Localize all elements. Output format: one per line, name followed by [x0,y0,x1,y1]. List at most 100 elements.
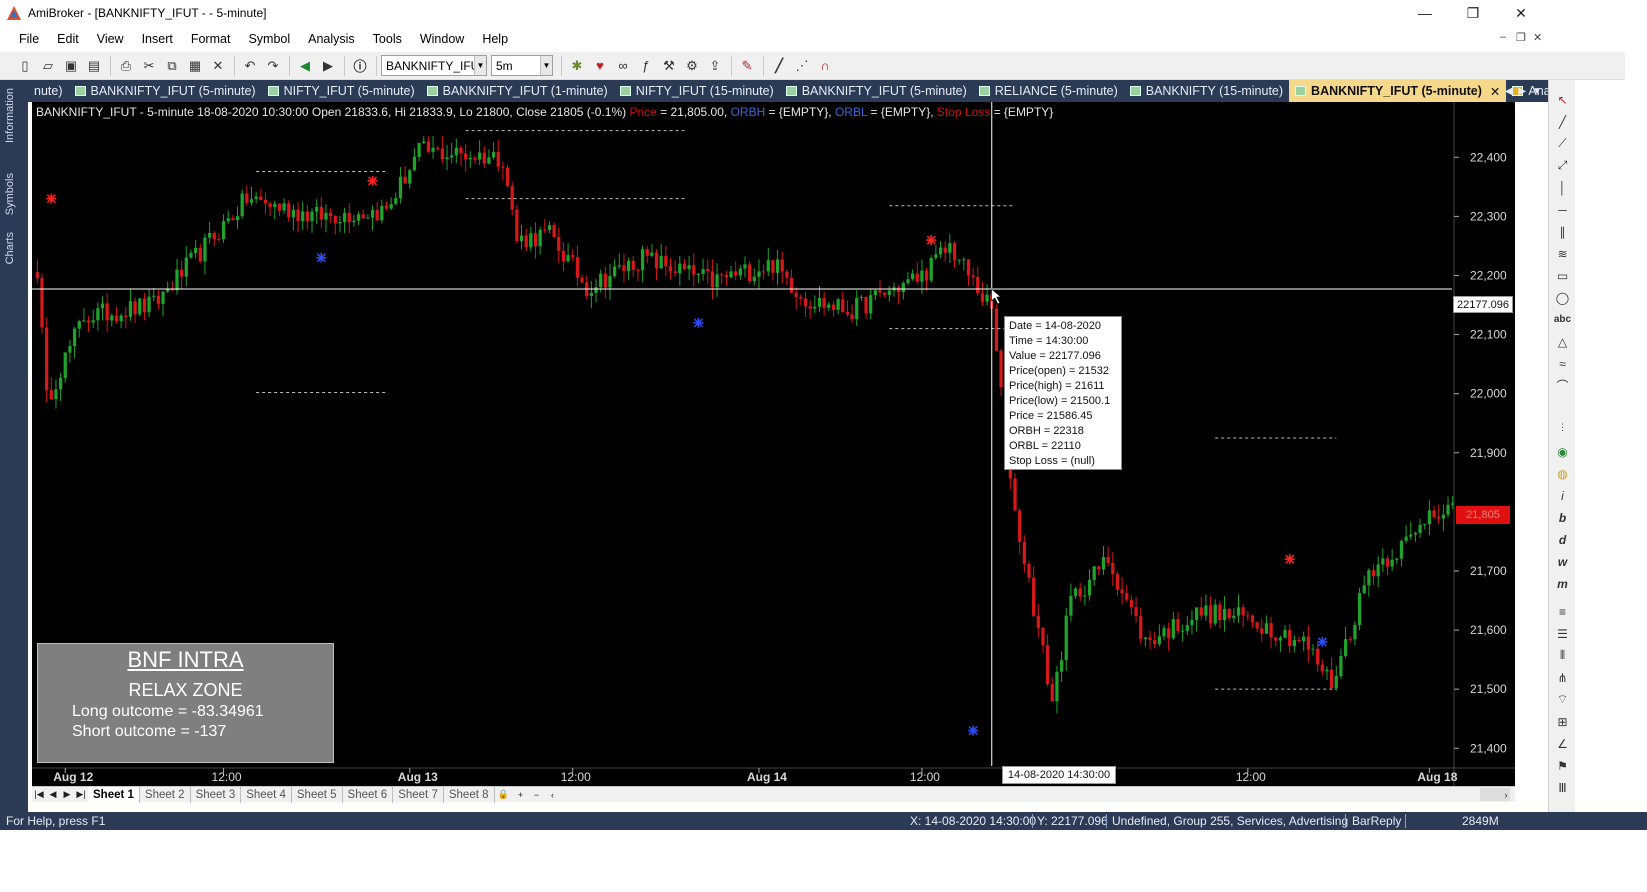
delete-icon[interactable]: ✕ [207,55,229,77]
back-icon[interactable]: ◀ [294,55,316,77]
magnet-icon[interactable]: ∩ [814,55,836,77]
extended-line-icon[interactable]: ⤢ [1553,156,1572,175]
menu-edit[interactable]: Edit [48,32,88,46]
sheet-tab-3[interactable]: Sheet 3 [191,786,242,803]
mdi-close-icon[interactable]: ✕ [1533,31,1542,44]
text-tool-icon[interactable]: abc [1553,310,1572,329]
menu-analysis[interactable]: Analysis [299,32,364,46]
horizontal-line-icon[interactable]: ─ [1553,200,1572,219]
grid-icon[interactable]: ⊞ [1553,712,1572,731]
price-chart[interactable]: BANKNIFTY_IFUT - 5-minute 18-08-2020 10:… [32,102,1515,786]
fan-icon[interactable]: ⌔ [1553,690,1572,709]
chevron-down-icon[interactable]: ▼ [474,56,486,75]
sheet-tab-2[interactable]: Sheet 2 [140,786,191,803]
side-tab-symbols[interactable]: Symbols [4,173,16,215]
chart-tab[interactable]: BANKNIFTY_IFUT (1-minute) [421,80,614,102]
globe-icon[interactable]: ◉ [1553,442,1572,461]
save-icon[interactable]: ▣ [60,55,82,77]
chart-tab[interactable]: RELIANCE (5-minute) [973,80,1124,102]
chart-tab[interactable]: BANKNIFTY_IFUT (5-minute) [69,80,262,102]
export-icon[interactable]: ⇪ [704,55,726,77]
close-tab-icon[interactable]: ✕ [1490,84,1500,99]
chart-type-icon[interactable]: ✱ [566,55,588,77]
sheet-tab-1[interactable]: Sheet 1 [88,786,140,803]
formula-icon[interactable]: ƒ [635,55,657,77]
parallel-lines-icon[interactable]: ∥ [1553,222,1572,241]
copy-icon[interactable]: ⧉ [161,55,183,77]
undo-icon[interactable]: ↶ [239,55,261,77]
chevron-down-icon[interactable]: ▼ [540,56,552,75]
favorite-heart-icon[interactable]: ♥ [589,55,611,77]
italic-m-icon[interactable]: m [1553,574,1572,593]
indicator-icon[interactable]: ∞ [612,55,634,77]
tab-prev-icon[interactable]: ◀ [1505,86,1513,97]
wrench-icon[interactable]: ⚙ [681,55,703,77]
italic-i-icon[interactable]: i [1553,486,1572,505]
sheet-tab-6[interactable]: Sheet 6 [343,786,394,803]
color-pen-icon[interactable]: ✎ [736,55,758,77]
triangle-icon[interactable]: △ [1553,332,1572,351]
zoom-in-icon[interactable]: + [513,790,529,800]
chart-tab[interactable]: NIFTY_IFUT (5-minute) [262,80,421,102]
interval-combo[interactable]: 5m ▼ [491,55,553,76]
italic-b-icon[interactable]: b [1553,508,1572,527]
chart-tab[interactable]: nute) [28,80,69,102]
hlines-icon[interactable]: ≡ [1553,602,1572,621]
pitchfork-icon[interactable]: ⋔ [1553,668,1572,687]
rectangle-icon[interactable]: ▭ [1553,266,1572,285]
sheet-tab-4[interactable]: Sheet 4 [241,786,292,803]
cut-icon[interactable]: ✂ [138,55,160,77]
tab-list-icon[interactable]: ▼ [1532,86,1542,97]
draw-line-icon[interactable]: ╱ [768,55,790,77]
print-icon[interactable]: ⎙ [115,55,137,77]
trendline-icon[interactable]: ╱ [1553,112,1572,131]
ray-icon[interactable]: ⟋ [1553,134,1572,153]
symbol-combo[interactable]: BANKNIFTY_IFUT ▼ [381,55,487,76]
last-sheet-icon[interactable]: ▶| [74,789,88,800]
scroll-left-icon[interactable]: ‹ [545,790,561,800]
zigzag-icon[interactable]: ≈ [1553,354,1572,373]
menu-file[interactable]: File [10,32,48,46]
flag-icon[interactable]: ⚑ [1553,756,1572,775]
vbars-icon[interactable]: ⦀ [1553,646,1572,665]
sheet-tab-8[interactable]: Sheet 8 [444,786,495,803]
more-tools-icon[interactable]: ⋮ [1553,418,1572,437]
info-icon[interactable]: ⓘ [349,55,371,77]
side-tab-charts[interactable]: Charts [4,232,16,264]
lock-icon[interactable]: 🔒 [495,789,513,800]
sheet-tab-5[interactable]: Sheet 5 [292,786,343,803]
side-tab-information[interactable]: Information [4,88,16,143]
tab-next-icon[interactable]: ▶ [1518,86,1526,97]
ellipse-icon[interactable]: ◯ [1553,288,1572,307]
open-folder-icon[interactable]: ▱ [37,55,59,77]
paste-icon[interactable]: ▦ [184,55,206,77]
menu-window[interactable]: Window [411,32,473,46]
menu-tools[interactable]: Tools [364,32,411,46]
fibonacci-icon[interactable]: ≋ [1553,244,1572,263]
dotted-line-icon[interactable]: ⋰ [791,55,813,77]
equal-lines-icon[interactable]: ☰ [1553,624,1572,643]
prev-sheet-icon[interactable]: ◀ [46,789,60,800]
tools-icon[interactable]: ⚒ [658,55,680,77]
menu-help[interactable]: Help [473,32,517,46]
chart-tab[interactable]: BANKNIFTY_IFUT (5-minute) [780,80,973,102]
forward-icon[interactable]: ▶ [317,55,339,77]
chart-tab[interactable]: BANKNIFTY (15-minute) [1124,80,1289,102]
mdi-minimize-icon[interactable]: – [1500,31,1506,43]
select-cursor-icon[interactable]: ↖ [1553,90,1572,109]
menu-insert[interactable]: Insert [133,32,182,46]
zoom-out-icon[interactable]: − [529,790,545,800]
mdi-restore-icon[interactable]: ❐ [1516,31,1526,44]
italic-w-icon[interactable]: w [1553,552,1572,571]
save-all-icon[interactable]: ▤ [83,55,105,77]
arc-icon[interactable]: ⌒ [1553,376,1572,395]
redo-icon[interactable]: ↷ [262,55,284,77]
coin-icon[interactable]: ◍ [1553,464,1572,483]
menu-format[interactable]: Format [182,32,240,46]
minimize-button[interactable]: — [1402,0,1448,26]
sheet-tab-7[interactable]: Sheet 7 [393,786,444,803]
chart-tab[interactable]: NIFTY_IFUT (15-minute) [614,80,780,102]
new-icon[interactable]: ▯ [14,55,36,77]
close-button[interactable]: ✕ [1498,0,1544,26]
angle-icon[interactable]: ∠ [1553,734,1572,753]
